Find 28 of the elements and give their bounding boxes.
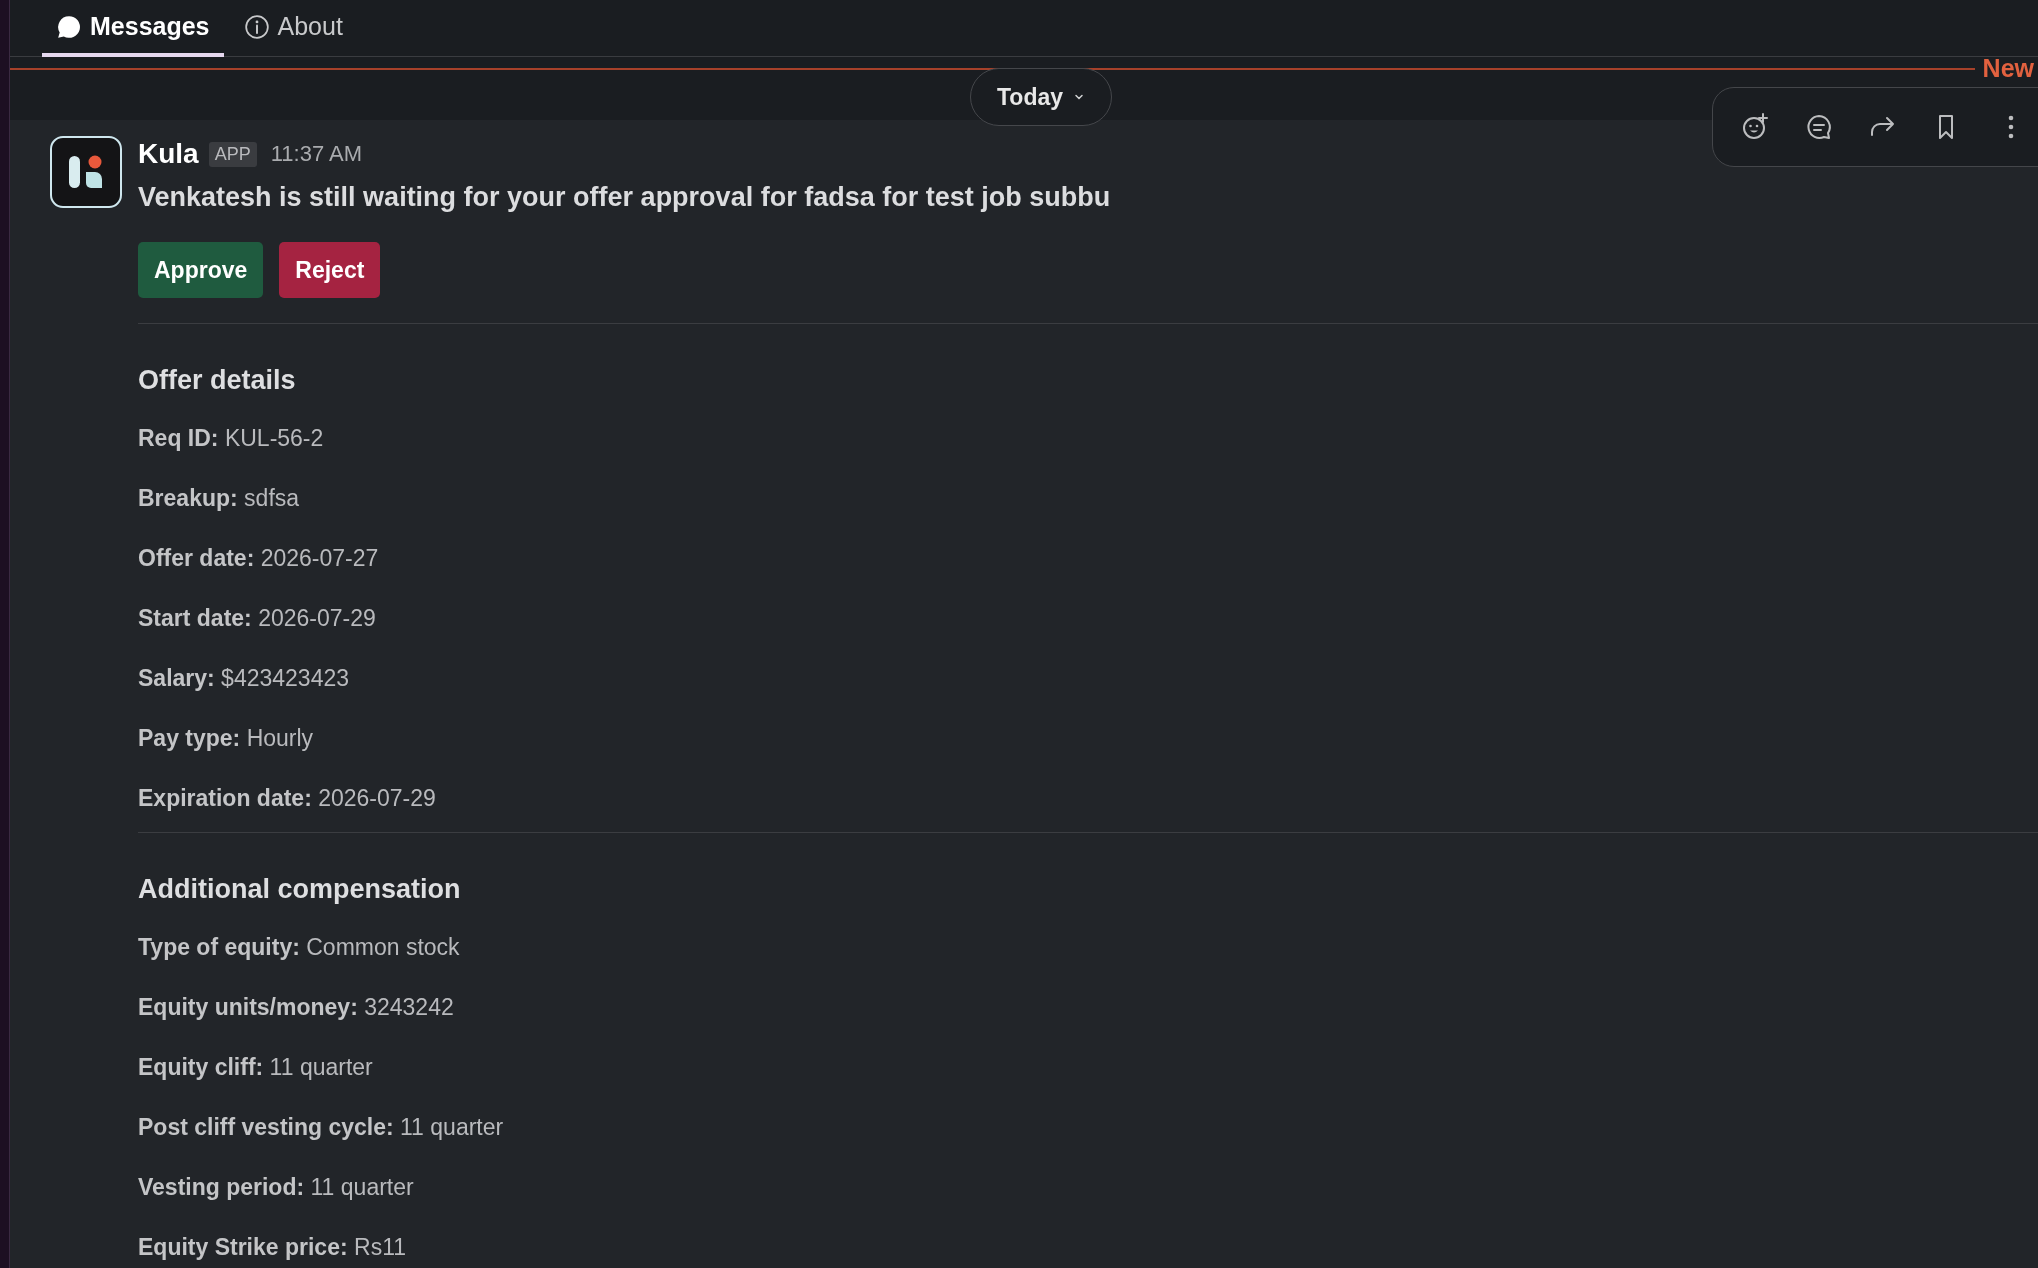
detail-line: Req ID: KUL-56-2 <box>138 424 325 453</box>
detail-line: Equity Strike price: Rs11 <box>138 1233 407 1262</box>
detail-line: Offer date: 2026-07-27 <box>138 544 380 573</box>
detail-line: Post cliff vesting cycle: 11 quarter <box>138 1113 505 1142</box>
detail-line: Type of equity: Common stock <box>138 933 461 962</box>
section-heading: Offer details <box>138 364 297 397</box>
app-logo-icon <box>50 136 122 208</box>
detail-line: Equity cliff: 11 quarter <box>138 1053 374 1082</box>
info-icon <box>243 13 270 40</box>
reject-button[interactable]: Reject <box>279 242 381 298</box>
tab[interactable]: Messages <box>42 0 224 57</box>
sender-name[interactable]: Kula <box>138 138 199 170</box>
detail-line: Salary: $423423423 <box>138 664 351 693</box>
chat-bubble-icon <box>56 13 82 40</box>
detail-line: Vesting period: 11 quarter <box>138 1173 415 1202</box>
detail-line: Pay type: Hourly <box>138 724 315 753</box>
new-messages-label: New <box>1981 54 2035 83</box>
detail-line: Equity units/money: 3243242 <box>138 993 455 1022</box>
app-label: APP <box>208 141 257 167</box>
detail-line: Breakup: sdfsa <box>138 484 301 513</box>
message-text: Venkatesh is still waiting for your offer approval for fadsa for test job subbu <box>138 181 1112 214</box>
section-heading: Additional compensation <box>138 873 462 906</box>
date-dropdown[interactable]: Today <box>970 68 1113 126</box>
detail-line: Expiration date: 2026-07-29 <box>138 784 437 813</box>
timestamp[interactable]: 11:37 AM <box>270 141 363 167</box>
tab[interactable]: About <box>229 0 357 57</box>
detail-line: Start date: 2026-07-29 <box>138 604 377 633</box>
approve-button[interactable]: Approve <box>138 242 264 298</box>
